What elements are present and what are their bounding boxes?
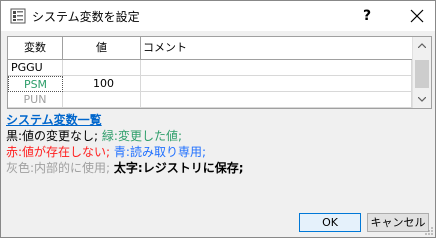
scroll-up-button[interactable] [413, 37, 431, 54]
scroll-thumb[interactable] [415, 60, 429, 88]
legend-red: 赤:値が存在しない; [6, 145, 111, 159]
variable-comment-cell[interactable] [141, 92, 412, 108]
variable-comment-cell[interactable] [141, 76, 412, 92]
cancel-button[interactable]: キャンセル [367, 213, 429, 232]
legend-bold: 太字:レジストリに保存; [113, 161, 244, 175]
table-row[interactable]: PGGU [8, 60, 412, 76]
column-header-comment[interactable]: コメント [141, 37, 412, 59]
variable-name-cell[interactable]: PUN [8, 92, 63, 108]
table-row[interactable]: PUN [8, 92, 412, 108]
help-button[interactable]: ? [349, 1, 385, 31]
column-header-variable[interactable]: 変数 [8, 37, 63, 59]
set-system-variable-dialog: システム変数を設定 ? 変数 値 コメント PGGU PSM 100 PUN シ… [0, 0, 436, 238]
variable-name-cell[interactable]: PSM [8, 76, 63, 92]
resize-grip-icon[interactable] [424, 226, 434, 236]
variable-name-cell[interactable]: PGGU [8, 60, 63, 76]
legend-line-1: 黒:値の変更なし; 緑:変更した値; [6, 127, 182, 144]
variable-value-cell[interactable] [63, 92, 141, 108]
close-icon [410, 9, 424, 23]
legend-line-3: 灰色:内部的に使用; 太字:レジストリに保存; [6, 159, 244, 176]
legend-green: 緑:変更した値; [101, 129, 183, 143]
variable-value-cell[interactable]: 100 [63, 76, 141, 92]
close-button[interactable] [399, 1, 435, 31]
legend-gray: 灰色:内部的に使用; [6, 161, 111, 175]
table-row[interactable]: PSM 100 [8, 76, 412, 92]
chevron-down-icon [418, 97, 426, 102]
vertical-scrollbar[interactable] [412, 37, 431, 108]
variable-value-cell[interactable] [63, 60, 141, 76]
variable-comment-cell[interactable] [141, 60, 412, 76]
column-header-value[interactable]: 値 [63, 37, 141, 59]
legend-blue: 青:読み取り専用; [113, 145, 207, 159]
settings-grid-icon [10, 8, 26, 24]
system-variable-list-link[interactable]: システム変数一覧 [6, 111, 102, 128]
grid-header: 変数 値 コメント [8, 37, 412, 60]
legend-black: 黒:値の変更なし; [6, 129, 99, 143]
variable-grid[interactable]: 変数 値 コメント PGGU PSM 100 PUN [7, 36, 432, 109]
ok-button[interactable]: OK [299, 213, 361, 232]
title-bar: システム変数を設定 ? [1, 1, 435, 31]
chevron-up-icon [418, 43, 426, 48]
scroll-down-button[interactable] [413, 91, 431, 108]
window-title: システム変数を設定 [32, 10, 140, 24]
legend-line-2: 赤:値が存在しない; 青:読み取り専用; [6, 143, 206, 160]
